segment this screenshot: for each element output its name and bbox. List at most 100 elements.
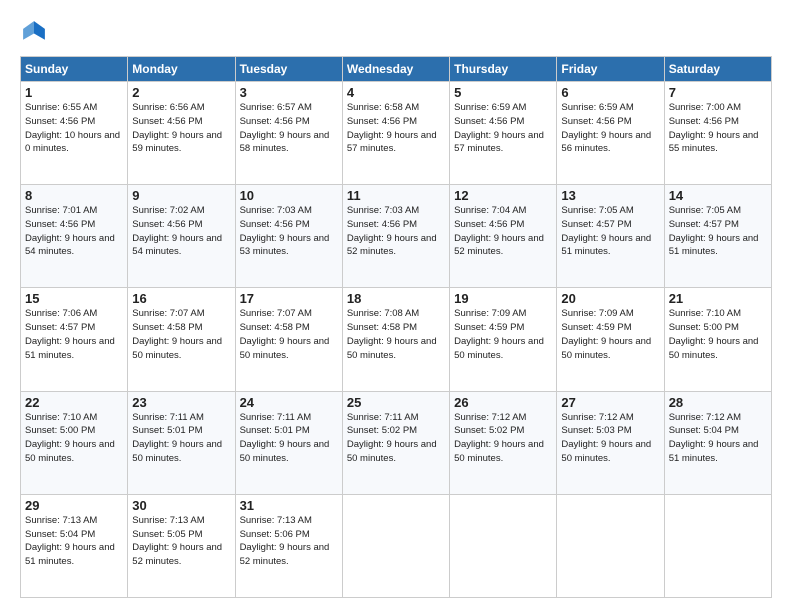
- daylight-label: Daylight: 9 hours and 50 minutes.: [240, 336, 330, 361]
- cell-info: Sunrise: 6:57 AM Sunset: 4:56 PM Dayligh…: [240, 101, 338, 156]
- sunrise-label: Sunrise: 7:09 AM: [561, 308, 633, 319]
- calendar-cell: 31 Sunrise: 7:13 AM Sunset: 5:06 PM Dayl…: [235, 494, 342, 597]
- calendar-cell: 11 Sunrise: 7:03 AM Sunset: 4:56 PM Dayl…: [342, 185, 449, 288]
- cell-info: Sunrise: 6:55 AM Sunset: 4:56 PM Dayligh…: [25, 101, 123, 156]
- day-number: 2: [132, 85, 230, 100]
- sunrise-label: Sunrise: 6:57 AM: [240, 102, 312, 113]
- sunrise-label: Sunrise: 7:01 AM: [25, 205, 97, 216]
- sunrise-label: Sunrise: 7:08 AM: [347, 308, 419, 319]
- cell-info: Sunrise: 7:03 AM Sunset: 4:56 PM Dayligh…: [347, 204, 445, 259]
- day-number: 18: [347, 291, 445, 306]
- sunrise-label: Sunrise: 6:55 AM: [25, 102, 97, 113]
- sunset-label: Sunset: 4:56 PM: [669, 116, 739, 127]
- calendar-cell: 9 Sunrise: 7:02 AM Sunset: 4:56 PM Dayli…: [128, 185, 235, 288]
- daylight-label: Daylight: 9 hours and 57 minutes.: [347, 130, 437, 155]
- weekday-header-saturday: Saturday: [664, 57, 771, 82]
- sunset-label: Sunset: 5:02 PM: [454, 425, 524, 436]
- calendar-cell: 4 Sunrise: 6:58 AM Sunset: 4:56 PM Dayli…: [342, 82, 449, 185]
- cell-info: Sunrise: 7:07 AM Sunset: 4:58 PM Dayligh…: [240, 307, 338, 362]
- day-number: 21: [669, 291, 767, 306]
- sunrise-label: Sunrise: 7:04 AM: [454, 205, 526, 216]
- weekday-header-wednesday: Wednesday: [342, 57, 449, 82]
- calendar-cell: 22 Sunrise: 7:10 AM Sunset: 5:00 PM Dayl…: [21, 391, 128, 494]
- daylight-label: Daylight: 9 hours and 50 minutes.: [132, 439, 222, 464]
- header: [20, 18, 772, 46]
- day-number: 24: [240, 395, 338, 410]
- calendar-cell: 20 Sunrise: 7:09 AM Sunset: 4:59 PM Dayl…: [557, 288, 664, 391]
- day-number: 27: [561, 395, 659, 410]
- sunrise-label: Sunrise: 7:05 AM: [669, 205, 741, 216]
- daylight-label: Daylight: 9 hours and 52 minutes.: [240, 542, 330, 567]
- sunset-label: Sunset: 4:58 PM: [347, 322, 417, 333]
- daylight-label: Daylight: 9 hours and 50 minutes.: [669, 336, 759, 361]
- day-number: 31: [240, 498, 338, 513]
- calendar-cell: 19 Sunrise: 7:09 AM Sunset: 4:59 PM Dayl…: [450, 288, 557, 391]
- sunrise-label: Sunrise: 7:10 AM: [669, 308, 741, 319]
- cell-info: Sunrise: 7:11 AM Sunset: 5:01 PM Dayligh…: [132, 411, 230, 466]
- day-number: 8: [25, 188, 123, 203]
- day-number: 28: [669, 395, 767, 410]
- calendar-week-row: 29 Sunrise: 7:13 AM Sunset: 5:04 PM Dayl…: [21, 494, 772, 597]
- cell-info: Sunrise: 7:10 AM Sunset: 5:00 PM Dayligh…: [25, 411, 123, 466]
- calendar-week-row: 1 Sunrise: 6:55 AM Sunset: 4:56 PM Dayli…: [21, 82, 772, 185]
- cell-info: Sunrise: 7:06 AM Sunset: 4:57 PM Dayligh…: [25, 307, 123, 362]
- calendar-cell: 14 Sunrise: 7:05 AM Sunset: 4:57 PM Dayl…: [664, 185, 771, 288]
- sunrise-label: Sunrise: 7:07 AM: [132, 308, 204, 319]
- day-number: 13: [561, 188, 659, 203]
- calendar-cell: 13 Sunrise: 7:05 AM Sunset: 4:57 PM Dayl…: [557, 185, 664, 288]
- daylight-label: Daylight: 9 hours and 52 minutes.: [132, 542, 222, 567]
- day-number: 6: [561, 85, 659, 100]
- day-number: 29: [25, 498, 123, 513]
- day-number: 1: [25, 85, 123, 100]
- daylight-label: Daylight: 9 hours and 56 minutes.: [561, 130, 651, 155]
- sunrise-label: Sunrise: 7:02 AM: [132, 205, 204, 216]
- day-number: 9: [132, 188, 230, 203]
- cell-info: Sunrise: 7:09 AM Sunset: 4:59 PM Dayligh…: [454, 307, 552, 362]
- calendar-cell: 21 Sunrise: 7:10 AM Sunset: 5:00 PM Dayl…: [664, 288, 771, 391]
- weekday-header-tuesday: Tuesday: [235, 57, 342, 82]
- day-number: 26: [454, 395, 552, 410]
- sunset-label: Sunset: 5:05 PM: [132, 529, 202, 540]
- cell-info: Sunrise: 7:11 AM Sunset: 5:01 PM Dayligh…: [240, 411, 338, 466]
- sunset-label: Sunset: 5:00 PM: [669, 322, 739, 333]
- daylight-label: Daylight: 9 hours and 51 minutes.: [669, 439, 759, 464]
- calendar-cell: 15 Sunrise: 7:06 AM Sunset: 4:57 PM Dayl…: [21, 288, 128, 391]
- sunrise-label: Sunrise: 7:10 AM: [25, 412, 97, 423]
- sunset-label: Sunset: 5:04 PM: [25, 529, 95, 540]
- day-number: 14: [669, 188, 767, 203]
- day-number: 22: [25, 395, 123, 410]
- daylight-label: Daylight: 9 hours and 52 minutes.: [347, 233, 437, 258]
- sunset-label: Sunset: 4:57 PM: [669, 219, 739, 230]
- calendar-week-row: 22 Sunrise: 7:10 AM Sunset: 5:00 PM Dayl…: [21, 391, 772, 494]
- sunset-label: Sunset: 5:02 PM: [347, 425, 417, 436]
- daylight-label: Daylight: 9 hours and 50 minutes.: [347, 439, 437, 464]
- calendar-cell: 18 Sunrise: 7:08 AM Sunset: 4:58 PM Dayl…: [342, 288, 449, 391]
- daylight-label: Daylight: 9 hours and 51 minutes.: [25, 542, 115, 567]
- sunset-label: Sunset: 4:56 PM: [347, 116, 417, 127]
- sunset-label: Sunset: 4:56 PM: [25, 116, 95, 127]
- cell-info: Sunrise: 6:58 AM Sunset: 4:56 PM Dayligh…: [347, 101, 445, 156]
- calendar-cell: 17 Sunrise: 7:07 AM Sunset: 4:58 PM Dayl…: [235, 288, 342, 391]
- sunset-label: Sunset: 4:59 PM: [454, 322, 524, 333]
- day-number: 10: [240, 188, 338, 203]
- daylight-label: Daylight: 9 hours and 52 minutes.: [454, 233, 544, 258]
- sunset-label: Sunset: 5:00 PM: [25, 425, 95, 436]
- sunrise-label: Sunrise: 7:11 AM: [240, 412, 312, 423]
- weekday-header-sunday: Sunday: [21, 57, 128, 82]
- sunset-label: Sunset: 4:57 PM: [25, 322, 95, 333]
- cell-info: Sunrise: 7:03 AM Sunset: 4:56 PM Dayligh…: [240, 204, 338, 259]
- page: SundayMondayTuesdayWednesdayThursdayFrid…: [0, 0, 792, 612]
- daylight-label: Daylight: 9 hours and 50 minutes.: [561, 439, 651, 464]
- sunrise-label: Sunrise: 7:03 AM: [347, 205, 419, 216]
- sunrise-label: Sunrise: 7:09 AM: [454, 308, 526, 319]
- daylight-label: Daylight: 9 hours and 51 minutes.: [25, 336, 115, 361]
- calendar-cell: [557, 494, 664, 597]
- cell-info: Sunrise: 7:02 AM Sunset: 4:56 PM Dayligh…: [132, 204, 230, 259]
- day-number: 7: [669, 85, 767, 100]
- calendar-cell: 1 Sunrise: 6:55 AM Sunset: 4:56 PM Dayli…: [21, 82, 128, 185]
- sunrise-label: Sunrise: 6:58 AM: [347, 102, 419, 113]
- sunrise-label: Sunrise: 6:59 AM: [454, 102, 526, 113]
- sunrise-label: Sunrise: 7:03 AM: [240, 205, 312, 216]
- sunrise-label: Sunrise: 7:13 AM: [25, 515, 97, 526]
- cell-info: Sunrise: 7:05 AM Sunset: 4:57 PM Dayligh…: [561, 204, 659, 259]
